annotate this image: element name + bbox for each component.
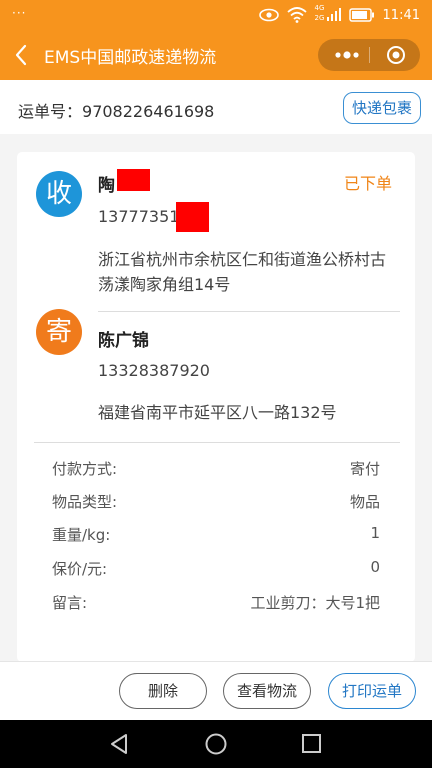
notification-dots: ··· [12, 6, 27, 20]
receiver-phone: 13777351 [98, 207, 180, 226]
sender-avatar: 寄 [36, 309, 82, 355]
nav-bar: EMS中国邮政速递物流 [0, 30, 432, 80]
detail-label: 保价/元: [52, 560, 108, 578]
battery-icon [348, 8, 375, 22]
detail-row-insured-value: 保价/元: 0 [52, 558, 380, 580]
detail-row-payment: 付款方式: 寄付 [52, 458, 380, 480]
wifi-icon [286, 7, 307, 23]
detail-value: 0 [370, 558, 380, 576]
delete-button[interactable]: 删除 [119, 673, 207, 709]
divider [34, 442, 400, 443]
redaction-mark [117, 169, 150, 191]
signal-icon: 4G 2G [314, 4, 341, 23]
express-type-button[interactable]: 快递包裹 [343, 92, 421, 124]
detail-value: 工业剪刀：大号1把 [250, 594, 380, 612]
detail-label: 付款方式: [52, 460, 118, 478]
detail-value: 物品 [349, 493, 380, 511]
close-target-icon[interactable] [386, 45, 406, 65]
detail-row-message: 留言: 工业剪刀：大号1把 [52, 592, 380, 614]
status-indicators: 4G 2G 11:41 [258, 4, 420, 23]
clock: 11:41 [382, 7, 420, 23]
tracking-label: 运单号： [18, 102, 83, 121]
receiver-avatar: 收 [36, 171, 82, 217]
eye-comfort-icon [258, 8, 279, 22]
page-title: EMS中国邮政速递物流 [44, 48, 217, 68]
network-label: 4G [314, 4, 325, 12]
detail-value: 寄付 [349, 460, 380, 478]
detail-value: 1 [370, 524, 380, 542]
redaction-mark [176, 202, 209, 232]
print-waybill-button[interactable]: 打印运单 [328, 673, 416, 709]
system-nav-bar [0, 720, 432, 768]
detail-label: 物品类型: [52, 493, 118, 511]
divider [98, 311, 400, 312]
view-logistics-button[interactable]: 查看物流 [223, 673, 311, 709]
detail-row-weight: 重量/kg: 1 [52, 524, 380, 546]
mini-program-capsule [318, 39, 420, 71]
detail-label: 留言: [52, 594, 88, 612]
back-icon[interactable] [10, 42, 34, 68]
capsule-divider [369, 47, 370, 63]
order-status: 已下单 [344, 174, 393, 193]
detail-label: 重量/kg: [52, 526, 111, 544]
sender-address: 福建省南平市延平区八一路132号 [98, 403, 337, 422]
sender-phone: 13328387920 [98, 361, 210, 380]
tracking-number: 运单号：9708226461698 [18, 98, 214, 122]
tracking-value: 9708226461698 [82, 102, 215, 121]
status-bar: ··· 4G 2G 11:41 [0, 0, 432, 30]
sender-name: 陈广锦 [98, 331, 149, 351]
detail-row-item-type: 物品类型: 物品 [52, 491, 380, 513]
network-label-2: 2G [314, 14, 325, 22]
receiver-name: 陶 [98, 176, 115, 196]
receiver-address: 浙江省杭州市余杭区仁和街道渔公桥村古荡漾陶家角组14号 [98, 250, 387, 294]
more-icon[interactable] [332, 46, 362, 64]
